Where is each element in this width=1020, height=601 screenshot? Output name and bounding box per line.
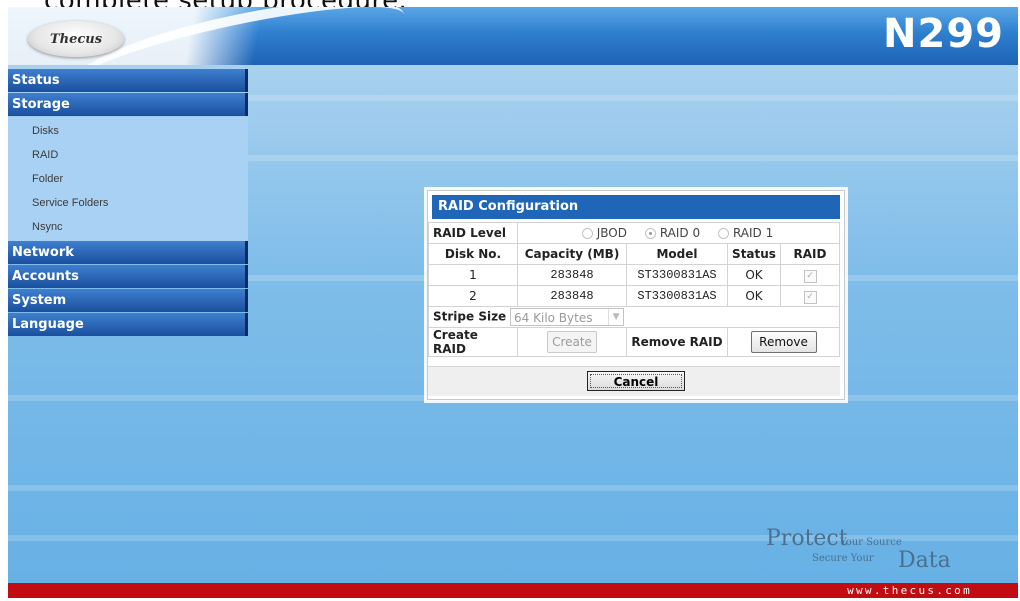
menu-accounts[interactable]: Accounts bbox=[8, 265, 248, 288]
create-button-cell: Create bbox=[517, 327, 627, 357]
col-raid: RAID bbox=[780, 243, 840, 265]
status-cell: OK bbox=[727, 285, 781, 307]
chevron-down-icon: ▼ bbox=[608, 309, 623, 325]
submenu-item-raid[interactable]: RAID bbox=[8, 143, 248, 167]
radio-raid1[interactable] bbox=[717, 227, 729, 239]
model-cell: ST3300831AS bbox=[626, 264, 728, 286]
raid-level-label: RAID Level bbox=[428, 222, 518, 244]
stripe-size-value: 64 Kilo Bytes bbox=[514, 311, 593, 325]
app-header: Thecus N299 bbox=[8, 7, 1018, 65]
menu-network[interactable]: Network bbox=[8, 241, 248, 264]
model-cell: ST3300831AS bbox=[626, 285, 728, 307]
stripe-size-label: Stripe Size bbox=[433, 309, 507, 324]
stripe-size-select[interactable]: 64 Kilo Bytes ▼ bbox=[510, 308, 625, 326]
slogan-your-source: Your Source bbox=[840, 537, 902, 548]
thecus-logo: Thecus bbox=[28, 21, 124, 57]
cancel-button[interactable]: Cancel bbox=[587, 371, 685, 391]
remove-button[interactable]: Remove bbox=[750, 331, 817, 353]
table-row: 1 283848 ST3300831AS OK ✓ bbox=[428, 264, 840, 286]
storage-submenu: Disks RAID Folder Service Folders Nsync bbox=[8, 117, 248, 241]
cancel-row: Cancel bbox=[428, 366, 840, 396]
footer-bar: www.thecus.com bbox=[8, 583, 1018, 598]
submenu-item-disks[interactable]: Disks bbox=[8, 119, 248, 143]
radio-raid1-label: RAID 1 bbox=[732, 226, 774, 241]
logo-text: Thecus bbox=[49, 31, 103, 47]
slogan-secure-your: Secure Your bbox=[812, 553, 874, 564]
raid-checkbox[interactable]: ✓ bbox=[803, 270, 817, 283]
raid-checkbox[interactable]: ✓ bbox=[803, 291, 817, 304]
create-button[interactable]: Create bbox=[547, 331, 597, 353]
disk-no-cell: 2 bbox=[428, 285, 518, 307]
menu-storage[interactable]: Storage bbox=[8, 93, 248, 116]
submenu-item-service-folders[interactable]: Service Folders bbox=[8, 191, 248, 215]
radio-jbod-label: JBOD bbox=[596, 226, 627, 241]
remove-button-cell: Remove bbox=[727, 327, 840, 357]
table-header-row: Disk No. Capacity (MB) Model Status RAID bbox=[428, 243, 840, 265]
capacity-cell: 283848 bbox=[517, 264, 627, 286]
col-status: Status bbox=[727, 243, 781, 265]
col-model: Model bbox=[626, 243, 728, 265]
slogan-data: Data bbox=[898, 548, 951, 573]
disk-no-cell: 1 bbox=[428, 264, 518, 286]
create-remove-row: Create RAID Create Remove RAID Remove bbox=[428, 327, 840, 357]
raid-level-options: JBOD RAID 0 RAID 1 bbox=[517, 222, 840, 244]
menu-status[interactable]: Status bbox=[8, 69, 248, 92]
stripe-size-cell: Stripe Size 64 Kilo Bytes ▼ bbox=[428, 306, 840, 328]
menu-language[interactable]: Language bbox=[8, 313, 248, 336]
col-disk-no: Disk No. bbox=[428, 243, 518, 265]
raid-level-row: RAID Level JBOD RAID 0 RAID 1 bbox=[428, 222, 840, 244]
menu-system[interactable]: System bbox=[8, 289, 248, 312]
radio-raid0[interactable] bbox=[644, 227, 656, 239]
raid-cell: ✓ bbox=[780, 264, 840, 286]
slogan-protect: Protect bbox=[766, 526, 848, 551]
col-capacity: Capacity (MB) bbox=[517, 243, 627, 265]
capacity-cell: 283848 bbox=[517, 285, 627, 307]
submenu-item-nsync[interactable]: Nsync bbox=[8, 215, 248, 239]
dialog-title: RAID Configuration bbox=[432, 195, 840, 219]
remove-raid-label: Remove RAID bbox=[626, 327, 728, 357]
model-name: N299 bbox=[883, 11, 1004, 57]
footer-url[interactable]: www.thecus.com bbox=[847, 584, 972, 597]
create-raid-label: Create RAID bbox=[428, 327, 518, 357]
raid-cell: ✓ bbox=[780, 285, 840, 307]
raid-table: RAID Level JBOD RAID 0 RAID 1 Disk No. C… bbox=[428, 222, 840, 357]
radio-raid0-label: RAID 0 bbox=[659, 226, 701, 241]
status-cell: OK bbox=[727, 264, 781, 286]
sidebar-menu: Status Storage Disks RAID Folder Service… bbox=[8, 69, 248, 337]
radio-jbod[interactable] bbox=[581, 227, 593, 239]
raid-configuration-dialog: RAID Configuration RAID Level JBOD RAID … bbox=[427, 190, 845, 400]
submenu-item-folder[interactable]: Folder bbox=[8, 167, 248, 191]
stripe-size-row: Stripe Size 64 Kilo Bytes ▼ bbox=[428, 306, 840, 328]
table-row: 2 283848 ST3300831AS OK ✓ bbox=[428, 285, 840, 307]
